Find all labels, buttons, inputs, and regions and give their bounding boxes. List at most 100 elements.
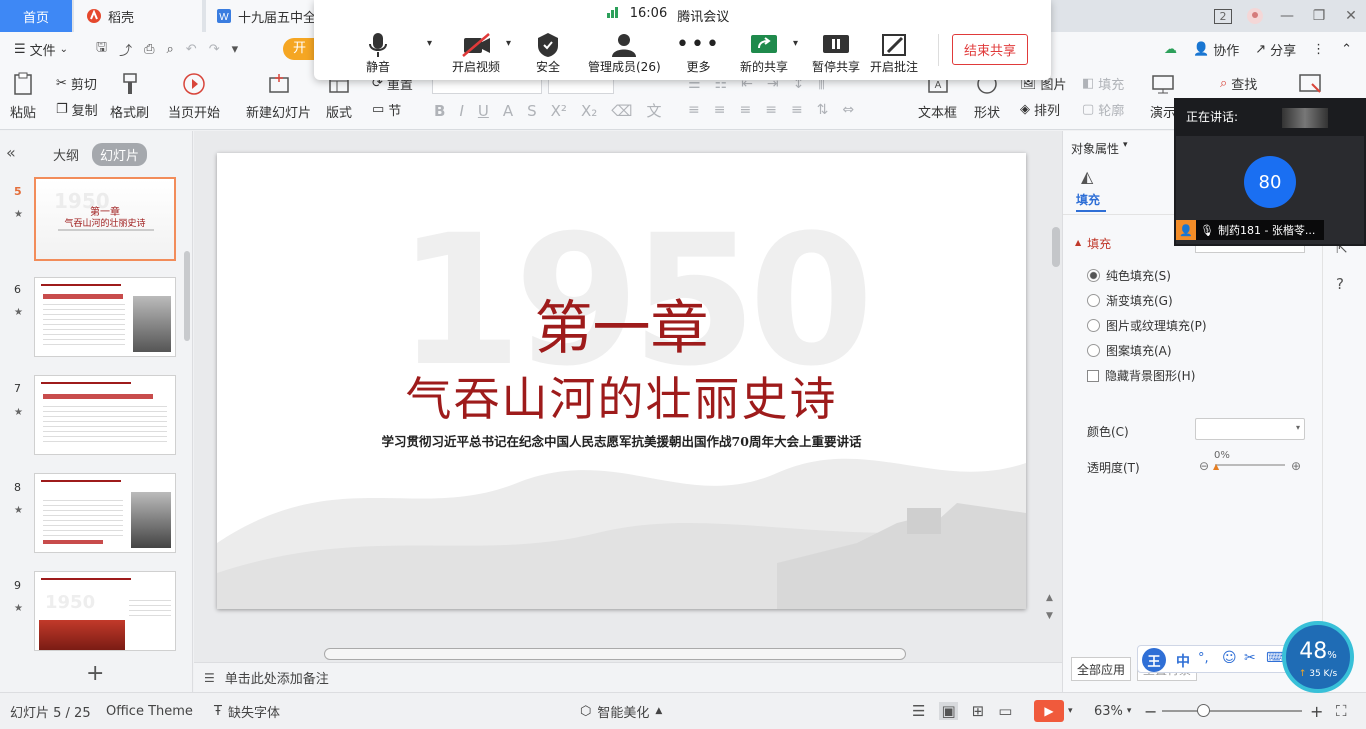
slide-title[interactable]: 气吞山河的壮丽史诗 bbox=[217, 363, 1026, 429]
vertical-scrollbar[interactable] bbox=[1052, 137, 1060, 607]
apply-all-button[interactable]: 全部应用 bbox=[1071, 657, 1131, 681]
speaker-video[interactable]: 80 👤 🎙 制药181 - 张楷苓... bbox=[1176, 136, 1364, 244]
slide-thumbnail-8[interactable] bbox=[34, 473, 176, 553]
share-button[interactable]: ↗ 分享 bbox=[1255, 38, 1296, 60]
slide-thumbnail-9[interactable]: 1950 bbox=[34, 571, 176, 651]
video-button[interactable]: 开启视频 bbox=[452, 32, 500, 75]
chevron-down-icon[interactable]: ▾ bbox=[1068, 693, 1073, 729]
arrange-button[interactable]: ◈ 排列 bbox=[1020, 100, 1060, 119]
new-slide-button[interactable]: 新建幻灯片 bbox=[246, 72, 311, 121]
theme-name[interactable]: Office Theme bbox=[106, 693, 193, 729]
restore-icon[interactable]: ❐ bbox=[1310, 8, 1328, 24]
horizontal-scrollbar[interactable] bbox=[324, 648, 906, 660]
undo-icon[interactable]: ↶ bbox=[186, 42, 197, 57]
transparency-slider[interactable] bbox=[1215, 464, 1285, 466]
superscript-icon[interactable]: X² bbox=[551, 102, 567, 120]
annotate-button[interactable]: 开启批注 bbox=[870, 32, 918, 75]
tab-outline[interactable]: 大纲 bbox=[53, 145, 79, 164]
minus-circle-icon[interactable]: ⊖ bbox=[1199, 459, 1209, 473]
format-painter-button[interactable]: 格式刷 bbox=[110, 72, 149, 121]
smart-beautify-button[interactable]: ⬡ 智能美化 ▲ bbox=[580, 693, 662, 729]
present-button[interactable]: 演示 bbox=[1150, 72, 1176, 121]
close-icon[interactable]: ✕ bbox=[1342, 8, 1360, 24]
underline-icon[interactable]: U bbox=[478, 102, 489, 120]
print-preview-icon[interactable]: ⌕ bbox=[167, 42, 174, 57]
slide-thumbnail-6[interactable] bbox=[34, 277, 176, 357]
zoom-dropdown[interactable]: 63% ▾ bbox=[1094, 693, 1131, 729]
strikethrough-icon[interactable]: S bbox=[527, 102, 537, 120]
zoom-slider-handle[interactable] bbox=[1197, 704, 1210, 717]
prev-slide-icon[interactable]: ▲ bbox=[1046, 593, 1053, 603]
collapse-ribbon-icon[interactable]: ⌃ bbox=[1341, 42, 1352, 57]
mute-button[interactable]: 静音 bbox=[366, 32, 390, 75]
align-left-icon[interactable]: ≡ bbox=[688, 102, 700, 118]
font-color-icon[interactable]: A bbox=[503, 102, 513, 120]
minimize-icon[interactable]: — bbox=[1278, 8, 1296, 24]
ime-emoji-icon[interactable]: ☺ bbox=[1222, 650, 1237, 666]
eraser-icon[interactable]: ⌫ bbox=[611, 102, 632, 120]
avatar-icon[interactable] bbox=[1246, 7, 1264, 25]
network-monitor[interactable]: 48% ↑ 35 K/s bbox=[1282, 621, 1354, 693]
zoom-in-icon[interactable]: + bbox=[1310, 693, 1323, 729]
ime-scissors-icon[interactable]: ✂ bbox=[1244, 650, 1256, 666]
zoom-out-icon[interactable]: − bbox=[1144, 693, 1157, 729]
play-from-current-button[interactable]: 当页开始 bbox=[168, 72, 220, 121]
hide-bg-checkbox[interactable]: 隐藏背景图形(H) bbox=[1087, 368, 1207, 383]
security-button[interactable]: 安全 bbox=[536, 32, 560, 75]
pause-share-button[interactable]: 暂停共享 bbox=[812, 32, 860, 75]
fill-option-gradient[interactable]: 渐变填充(G) bbox=[1087, 293, 1207, 308]
slide-chapter[interactable]: 第一章 bbox=[217, 281, 1026, 365]
color-dropdown[interactable]: ▾ bbox=[1195, 418, 1305, 440]
end-share-button[interactable]: 结束共享 bbox=[952, 34, 1028, 65]
help-icon[interactable]: ? bbox=[1336, 275, 1344, 293]
section-button[interactable]: ▭ 节 bbox=[372, 100, 401, 119]
cut-button[interactable]: ✂ 剪切 bbox=[56, 74, 97, 93]
fill-option-solid[interactable]: 纯色填充(S) bbox=[1087, 268, 1207, 283]
notes-toggle-icon[interactable]: ☰ bbox=[912, 702, 925, 720]
slide-thumbnail-7[interactable] bbox=[34, 375, 176, 455]
file-menu[interactable]: ☰ 文件 ⌄ bbox=[14, 38, 68, 60]
more-options-icon[interactable]: ⋮ bbox=[1312, 42, 1325, 57]
ime-logo-icon[interactable]: 王 bbox=[1142, 648, 1166, 672]
text-align-icon[interactable]: ⇔ bbox=[842, 102, 854, 118]
notes-bar[interactable]: ☰ 单击此处添加备注 bbox=[194, 662, 1062, 692]
customize-icon[interactable]: ▾ bbox=[232, 42, 239, 57]
ime-language[interactable]: 中 bbox=[1176, 651, 1190, 671]
subscript-icon[interactable]: X₂ bbox=[581, 102, 597, 120]
slide-subtitle[interactable]: 学习贯彻习近平总书记在纪念中国人民志愿军抗美援朝出国作战70周年大会上重要讲话 bbox=[217, 431, 1026, 450]
slideshow-button[interactable]: ▶ bbox=[1034, 700, 1064, 722]
print-icon[interactable]: ⎙ bbox=[144, 42, 154, 57]
next-slide-icon[interactable]: ▼ bbox=[1046, 611, 1053, 621]
tab-home[interactable]: 首页 bbox=[0, 0, 72, 32]
save-icon[interactable]: 🖫 bbox=[96, 38, 107, 60]
find-button[interactable]: ⌕ 查找 bbox=[1220, 74, 1257, 93]
fit-window-icon[interactable]: ⛶ bbox=[1336, 693, 1347, 729]
pointer-tool-icon[interactable] bbox=[1298, 72, 1324, 98]
fill-option-picture[interactable]: 图片或纹理填充(P) bbox=[1087, 318, 1207, 333]
fill-option-pattern[interactable]: 图案填充(A) bbox=[1087, 343, 1207, 358]
plus-circle-icon[interactable]: ⊕ bbox=[1291, 459, 1301, 473]
add-slide-button[interactable]: + bbox=[86, 661, 104, 686]
phonetic-icon[interactable]: 文 bbox=[646, 100, 661, 121]
fill-section-header[interactable]: ▲ 填充 bbox=[1075, 235, 1111, 252]
italic-icon[interactable]: I bbox=[459, 102, 463, 120]
normal-view-icon[interactable]: ▣ bbox=[939, 702, 958, 720]
mute-options-icon[interactable]: ▾ bbox=[427, 38, 432, 49]
zoom-slider[interactable] bbox=[1162, 710, 1302, 712]
tab-start[interactable]: 开始 bbox=[283, 38, 317, 60]
outline-button[interactable]: ▢ 轮廓 bbox=[1082, 100, 1124, 119]
thumbnail-scrollbar[interactable] bbox=[184, 251, 190, 341]
collab-button[interactable]: 👤 协作 bbox=[1193, 38, 1239, 60]
copy-button[interactable]: ❐ 复制 bbox=[56, 100, 98, 119]
members-button[interactable]: 管理成员(26) bbox=[588, 32, 661, 75]
text-direction-icon[interactable]: ⇅ bbox=[817, 102, 829, 118]
slider-handle[interactable]: ▲ bbox=[1213, 462, 1219, 471]
ime-punctuation-icon[interactable]: °, bbox=[1198, 651, 1209, 666]
slide[interactable]: 1950 第一章 气吞山河的壮丽史诗 学习贯彻习近平总书记在纪念中国人民志愿军抗… bbox=[217, 153, 1026, 609]
redo-icon[interactable]: ↷ bbox=[209, 42, 220, 57]
tab-slides[interactable]: 幻灯片 bbox=[92, 143, 148, 166]
new-share-button[interactable]: 新的共享 bbox=[740, 32, 788, 75]
reading-view-icon[interactable]: ▭ bbox=[998, 702, 1012, 720]
tab-daoke[interactable]: 稻壳 bbox=[74, 0, 202, 32]
bold-icon[interactable]: B bbox=[434, 102, 445, 120]
